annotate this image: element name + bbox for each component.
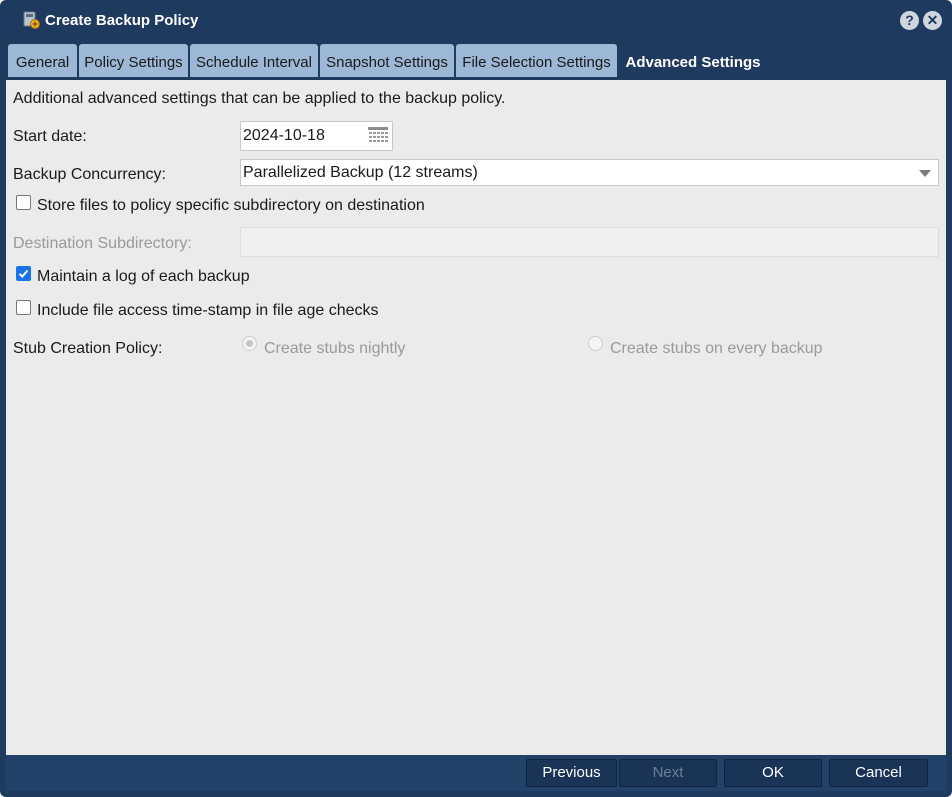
tab-snapshot-settings[interactable]: Snapshot Settings (320, 44, 454, 77)
advanced-settings-panel: Additional advanced settings that can be… (6, 80, 946, 755)
cancel-button[interactable]: Cancel (829, 759, 928, 787)
calendar-icon[interactable] (367, 126, 389, 144)
ok-button[interactable]: OK (724, 759, 822, 787)
access-timestamp-checkbox[interactable] (16, 300, 31, 315)
dialog-window: Create Backup Policy ? ✕ General Policy … (0, 0, 952, 797)
store-subdir-label[interactable]: Store files to policy specific subdirect… (37, 197, 425, 215)
backup-policy-icon (22, 11, 40, 29)
destination-subdirectory-field[interactable] (240, 227, 939, 257)
start-date-field[interactable]: 2024-10-18 (240, 121, 393, 151)
destination-subdirectory-label: Destination Subdirectory: (13, 235, 192, 252)
maintain-log-checkbox[interactable] (16, 266, 31, 281)
next-button[interactable]: Next (619, 759, 717, 787)
backup-concurrency-value: Parallelized Backup (12 streams) (243, 164, 478, 181)
stub-nightly-radio[interactable] (242, 336, 257, 351)
start-date-label: Start date: (13, 128, 87, 145)
panel-description: Additional advanced settings that can be… (13, 90, 506, 107)
previous-button[interactable]: Previous (526, 759, 617, 787)
stub-creation-policy-label: Stub Creation Policy: (13, 340, 163, 357)
chevron-down-icon[interactable] (919, 170, 931, 177)
tab-file-selection-settings[interactable]: File Selection Settings (456, 44, 617, 77)
close-icon[interactable]: ✕ (923, 11, 942, 30)
tab-general[interactable]: General (8, 44, 77, 77)
dialog-footer: Previous Next OK Cancel (6, 755, 946, 791)
access-timestamp-label[interactable]: Include file access time-stamp in file a… (37, 302, 378, 320)
checkmark-icon (18, 269, 29, 278)
tab-advanced-settings[interactable]: Advanced Settings (619, 44, 767, 77)
backup-concurrency-dropdown[interactable]: Parallelized Backup (12 streams) (240, 159, 939, 186)
title-bar[interactable]: Create Backup Policy ? ✕ (0, 0, 952, 40)
help-icon[interactable]: ? (900, 11, 919, 30)
dialog-title: Create Backup Policy (45, 12, 199, 29)
tab-schedule-interval[interactable]: Schedule Interval (190, 44, 318, 77)
start-date-value: 2024-10-18 (243, 127, 325, 144)
stub-nightly-label[interactable]: Create stubs nightly (264, 340, 405, 358)
backup-concurrency-label: Backup Concurrency: (13, 166, 166, 183)
stub-every-backup-radio[interactable] (588, 336, 603, 351)
maintain-log-label[interactable]: Maintain a log of each backup (37, 268, 250, 286)
tab-bar: General Policy Settings Schedule Interva… (6, 40, 946, 77)
stub-every-backup-label[interactable]: Create stubs on every backup (610, 340, 823, 358)
store-subdir-checkbox[interactable] (16, 195, 31, 210)
tab-policy-settings[interactable]: Policy Settings (79, 44, 188, 77)
